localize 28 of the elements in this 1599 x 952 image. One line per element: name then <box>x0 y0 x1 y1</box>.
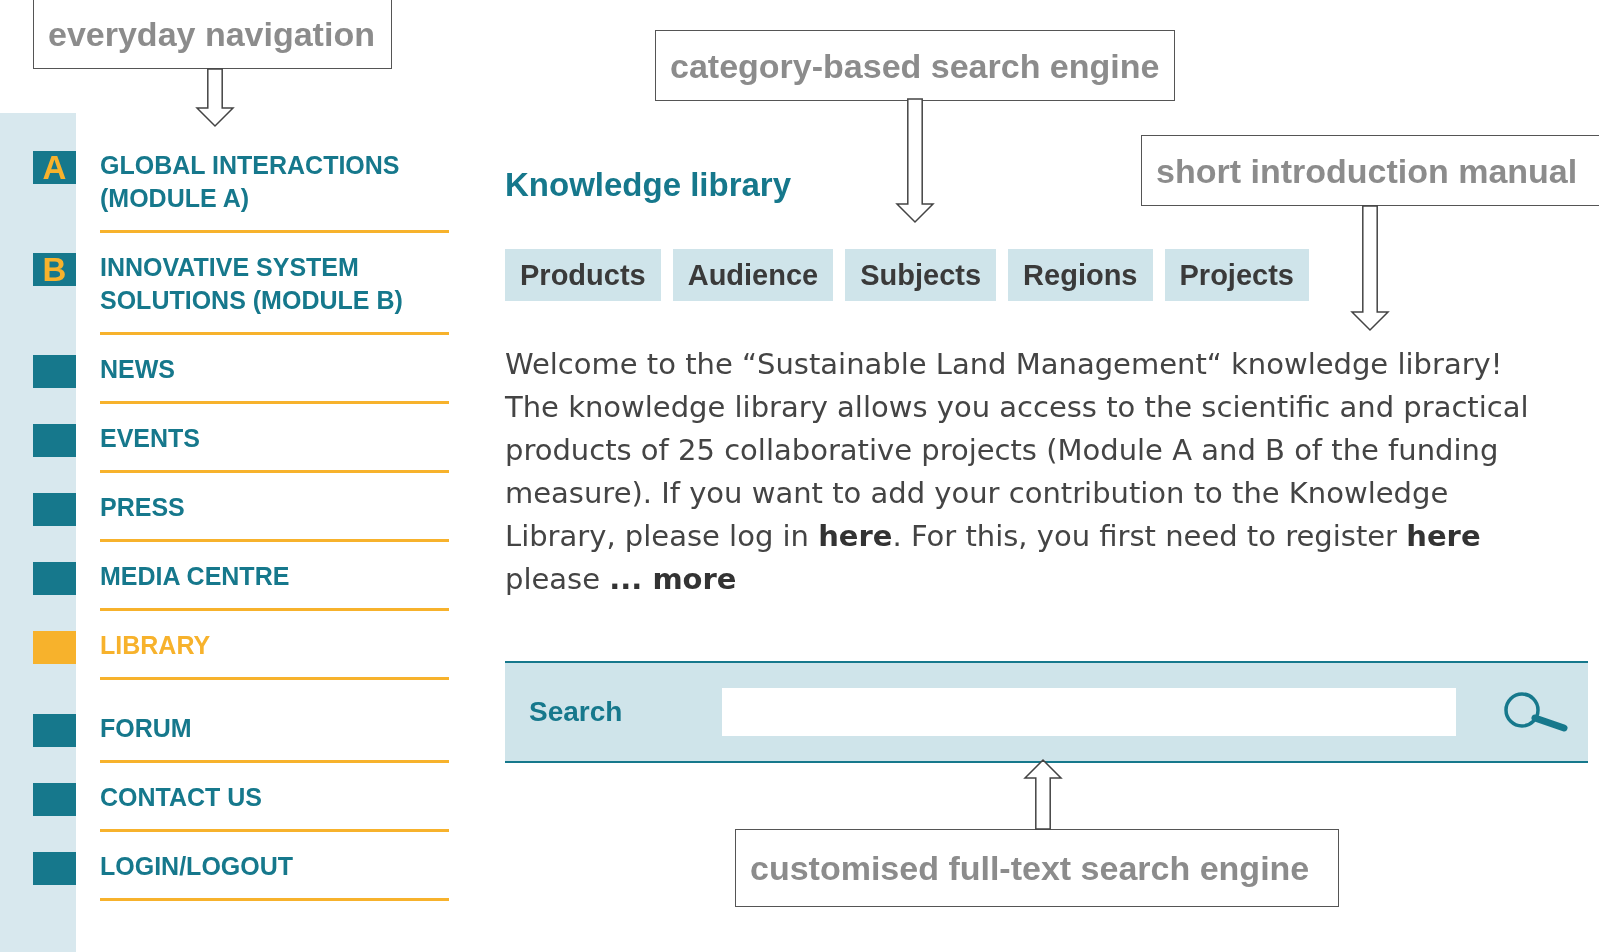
category-tab[interactable]: Products <box>505 249 661 301</box>
page-title: Knowledge library <box>505 165 792 205</box>
callout-arrow <box>195 68 235 128</box>
module-badge: B <box>33 253 76 286</box>
search-field[interactable] <box>722 688 1456 736</box>
nav-link[interactable]: PRESS <box>100 491 449 542</box>
nav-link[interactable]: INNOVATIVE SYSTEM SOLUTIONS (MODULE B) <box>100 251 449 335</box>
category-tab[interactable]: Regions <box>1008 249 1153 301</box>
callout-label: everyday navigation <box>33 0 392 69</box>
nav-link[interactable]: EVENTS <box>100 422 449 473</box>
intro-text: The knowledge library allows you access to the scientific and practical products of 25 collaborative projects (Module A and B of the funding measure). If you want to add your contribution to the Knowledge Library, please log in here. For this, you first need to register here please ... more <box>505 389 1530 598</box>
nav-link[interactable]: GLOBAL INTERACTIONS (MODULE A) <box>100 149 449 233</box>
nav-link[interactable]: NEWS <box>100 353 449 404</box>
nav-link[interactable]: CONTACT US <box>100 781 449 832</box>
category-tab[interactable]: Projects <box>1164 249 1309 301</box>
category-tab[interactable]: Audience <box>672 249 834 301</box>
nav-link[interactable]: FORUM <box>100 712 449 763</box>
search-icon[interactable] <box>1502 690 1568 734</box>
callout-arrow <box>1023 758 1063 830</box>
callout-label: category-based search engine <box>655 30 1175 101</box>
category-tab[interactable]: Subjects <box>845 249 997 301</box>
callout-label: short introduction manual <box>1141 135 1599 206</box>
intro-text: Welcome to the “Sustainable Land Management“ knowledge library! <box>505 346 1504 383</box>
nav-link[interactable]: MEDIA CENTRE <box>100 560 449 611</box>
search-label: Search <box>529 695 624 729</box>
callout-label: customised full-text search engine <box>735 829 1339 907</box>
module-badge: A <box>33 151 76 184</box>
nav-link[interactable]: LOGIN/LOGOUT <box>100 850 449 901</box>
